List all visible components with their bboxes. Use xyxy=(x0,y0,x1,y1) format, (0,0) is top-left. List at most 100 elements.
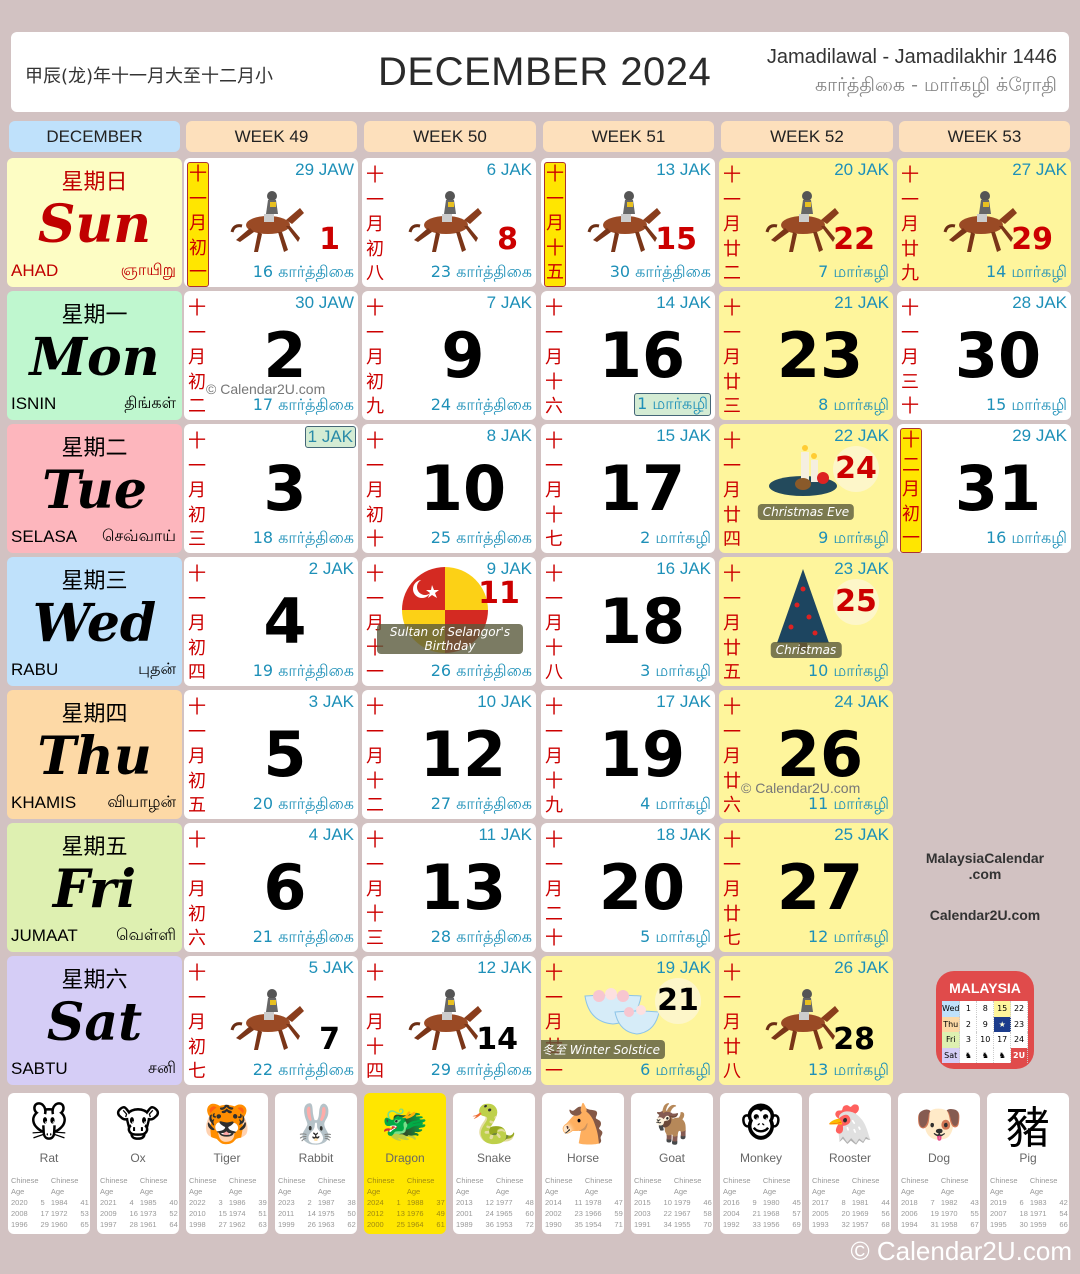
chinese-lunar-date: 十一月二十 xyxy=(545,830,563,949)
hijri-date: 19 JAK xyxy=(656,958,711,977)
weekday-tamil: ஞாயிறு xyxy=(120,260,176,279)
hijri-date: 2 JAK xyxy=(308,559,354,578)
snake-icon: 🐍 xyxy=(470,1101,518,1146)
tamil-date: 11 மார்கழி xyxy=(807,794,889,813)
date-cell[interactable]: 十一月十四 12 JAK 29 கார்த்திகை 14 xyxy=(362,956,536,1085)
date-number: 10 xyxy=(419,452,507,525)
date-cell[interactable]: 十一月十八 16 JAK 3 மார்கழி 18 xyxy=(541,557,715,686)
zodiac-age-table: Chinese Chinese Age Age 2024 1 1988 37 2012 13 19… xyxy=(367,1176,445,1229)
weekday-english: Mon xyxy=(29,327,160,388)
date-cell[interactable]: 十一月廿九 27 JAK 14 மார்கழி 29 xyxy=(897,158,1071,287)
weekday-chinese: 星期五 xyxy=(61,835,128,860)
zodiac-age-table: Chinese Chinese Age Age 2021 4 1985 40 2009 16 19… xyxy=(100,1176,178,1229)
hijri-date: 22 JAK xyxy=(834,426,889,445)
hijri-date: 26 JAK xyxy=(834,958,889,977)
chinese-lunar-date: 十一月十三 xyxy=(366,830,384,949)
date-number: 8 xyxy=(497,222,518,257)
footer-copyright: © Calendar2U.com xyxy=(850,1236,1072,1266)
hijri-date: 8 JAK xyxy=(486,426,532,445)
date-cell[interactable]: 十一月廿五 23 JAK 10 மார்கழி Christmas 25 xyxy=(719,557,893,686)
date-cell[interactable]: 十一月初九 7 JAK 24 கார்த்திகை 9 xyxy=(362,291,536,420)
date-cell[interactable]: 十一月廿六 24 JAK 11 மார்கழி 26 © Calendar2U.com xyxy=(719,690,893,819)
date-cell[interactable]: 十一月二十 18 JAK 5 மார்கழி 20 xyxy=(541,823,715,952)
date-cell[interactable]: 十一月十六 14 JAK 1 மார்கழி 16 xyxy=(541,291,715,420)
date-cell[interactable]: 十一月初八 6 JAK 23 கார்த்திகை 8 xyxy=(362,158,536,287)
date-number: 1 xyxy=(319,222,340,257)
date-cell[interactable]: 十一月廿二 20 JAK 7 மார்கழி 22 xyxy=(719,158,893,287)
date-number: 12 xyxy=(419,718,507,791)
date-number: 11 xyxy=(478,576,520,611)
zodiac-card-monkey: 🐵 Monkey Chinese Chinese Age Age 2016 9 1980 45 2… xyxy=(720,1093,802,1234)
date-number: 31 xyxy=(954,452,1042,525)
weekday-chinese: 星期二 xyxy=(61,436,128,461)
date-cell[interactable]: 十一月十三 11 JAK 28 கார்த்திகை 13 xyxy=(362,823,536,952)
zodiac-age-table: Chinese Chinese Age Age 2022 3 1986 39 2010 15 19… xyxy=(189,1176,267,1229)
date-cell[interactable]: 十一月十二 10 JAK 27 கார்த்திகை 12 xyxy=(362,690,536,819)
site1-line1: MalaysiaCalendar xyxy=(925,850,1045,866)
chinese-lunar-date: 十一月廿九 xyxy=(901,165,919,284)
date-cell[interactable]: 十一月初三 1 JAK 18 கார்த்திகை 3 xyxy=(184,424,358,553)
zodiac-age-table: Chinese Chinese Age Age 2017 8 1981 44 2005 20 19… xyxy=(812,1176,890,1229)
site-link-malaysiacalendar[interactable]: MalaysiaCalendar .com xyxy=(900,850,1070,882)
weekday-malay: ISNIN xyxy=(11,394,57,413)
date-cell[interactable]: 十一月十九 17 JAK 4 மார்கழி 19 xyxy=(541,690,715,819)
weekday-english: Wed xyxy=(32,593,157,654)
app-icon-mini-grid: Wed 1 8 15 22 Thu 2 9 ★ 23 Fri 3 10 17 24 Sat ♞ ♞ ♞ 2U xyxy=(942,1001,1028,1063)
date-cell[interactable]: 十一月廿八 26 JAK 13 மார்கழி 28 xyxy=(719,956,893,1085)
date-cell[interactable]: 十一月十五 13 JAK 30 கார்த்திகை 15 xyxy=(541,158,715,287)
date-number: 13 xyxy=(419,851,507,924)
zodiac-name: Tiger xyxy=(213,1151,241,1165)
weekday-malay: RABU xyxy=(11,660,59,679)
chinese-lunar-date: 十一月廿八 xyxy=(723,963,741,1082)
date-number: 9 xyxy=(441,319,485,392)
date-cell[interactable]: 十一月初七 5 JAK 22 கார்த்திகை 7 xyxy=(184,956,358,1085)
site-link-calendar2u[interactable]: Calendar2U.com xyxy=(900,907,1070,923)
dog-icon: 🐶 xyxy=(915,1101,963,1146)
date-number: 24 xyxy=(833,446,879,492)
date-cell[interactable]: 十一月初五 3 JAK 20 கார்த்திகை 5 xyxy=(184,690,358,819)
tamil-date: 12 மார்கழி xyxy=(807,927,889,946)
tamil-months: கார்த்திகை - மார்கழி க்ரோதி xyxy=(814,74,1057,96)
date-cell[interactable]: 十一月十一9 JAK 26 கார்த்திகை Sultan of Selang… xyxy=(362,557,536,686)
site1-line2: .com xyxy=(968,866,1002,882)
weekday-header-sun: 星期日 Sun AHAD ஞாயிறு xyxy=(7,158,182,287)
zodiac-name: Dragon xyxy=(385,1151,425,1165)
chinese-lunar-date: 十一月初十 xyxy=(366,431,384,550)
date-cell[interactable]: 十一月初六 4 JAK 21 கார்த்திகை 6 xyxy=(184,823,358,952)
date-cell[interactable]: 十一月三十 28 JAK 15 மார்கழி 30 xyxy=(897,291,1071,420)
holiday-caption: Sultan of Selangor's Birthday xyxy=(377,624,523,654)
weekday-header-thu: 星期四 Thu KHAMIS வியாழன் xyxy=(7,690,182,819)
weekday-header-sat: 星期六 Sat SABTU சனி xyxy=(7,956,182,1085)
chinese-lunar-date: 十一月十四 xyxy=(366,963,384,1082)
zodiac-card-rabbit: 🐰 Rabbit Chinese Chinese Age Age 2023 2 1987 38 2… xyxy=(275,1093,357,1234)
week-column-header: WEEK 53 xyxy=(899,121,1070,152)
zodiac-card-ox: 🐮 Ox Chinese Chinese Age Age 2021 4 1985 40 2009 1… xyxy=(97,1093,179,1234)
date-cell[interactable]: 十一月初二 30 JAW 17 கார்த்திகை 2 © Calendar2U.co… xyxy=(184,291,358,420)
tamil-date: 13 மார்கழி xyxy=(807,1060,889,1079)
zodiac-age-table: Chinese Chinese Age Age 2023 2 1987 38 2011 14 19… xyxy=(278,1176,356,1229)
chinese-lunar-date: 十一月初一 xyxy=(187,162,209,287)
date-cell[interactable]: 十一月廿一 19 JAK 6 மார்கழி 冬至 Winter Solstice 2… xyxy=(541,956,715,1085)
zodiac-name: Goat xyxy=(658,1151,685,1165)
christmas-candles-icon xyxy=(769,445,837,496)
horse-racing-icon xyxy=(587,191,661,252)
date-cell[interactable]: 十一月廿三 21 JAK 8 மார்கழி 23 xyxy=(719,291,893,420)
date-cell[interactable]: 十一月初十 8 JAK 25 கார்த்திகை 10 xyxy=(362,424,536,553)
malaysia-calendar-app-icon[interactable]: MALAYSIA Wed 1 8 15 22 Thu 2 9 ★ 23 Fri 3 10 17 24 S… xyxy=(936,971,1034,1069)
islamic-months: Jamadilawal - Jamadilakhir 1446 xyxy=(766,46,1057,68)
date-cell[interactable]: 十一月十七 15 JAK 2 மார்கழி 17 xyxy=(541,424,715,553)
weekday-english: Sat xyxy=(46,992,143,1053)
date-cell[interactable]: 十一月廿四 22 JAK 9 மார்கழி Christmas Eve 24 xyxy=(719,424,893,553)
tamil-date: 3 மார்கழி xyxy=(640,661,711,680)
date-cell[interactable]: 十一月初一 29 JAW 16 கார்த்திகை 1 xyxy=(184,158,358,287)
zodiac-age-table: Chinese Chinese Age Age 2019 6 1983 42 2007 18 19… xyxy=(990,1176,1068,1229)
date-cell[interactable]: 十一月廿七 25 JAK 12 மார்கழி 27 xyxy=(719,823,893,952)
tamil-date: 29 கார்த்திகை xyxy=(430,1060,532,1079)
hijri-date: 20 JAK xyxy=(834,160,889,179)
chinese-lunar-date: 十一月廿二 xyxy=(723,165,741,284)
date-cell[interactable]: 十二月初一 29 JAK 16 மார்கழி 31 xyxy=(897,424,1071,553)
date-number: 15 xyxy=(655,222,697,257)
date-number: 21 xyxy=(655,978,701,1024)
tamil-date: 30 கார்த்திகை xyxy=(609,262,711,281)
date-cell[interactable]: 十一月初四 2 JAK 19 கார்த்திகை 4 xyxy=(184,557,358,686)
